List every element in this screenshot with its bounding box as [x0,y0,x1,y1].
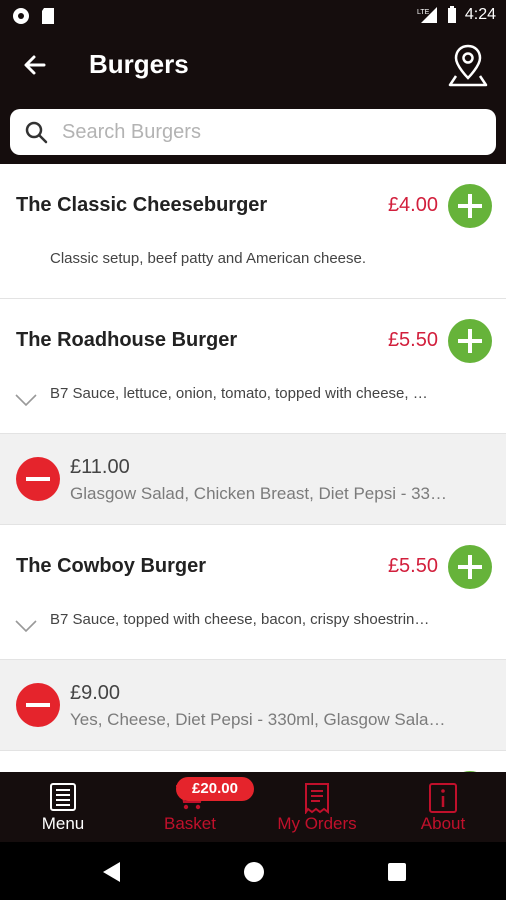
system-recents-icon[interactable] [386,861,408,883]
basket-total-badge: £20.00 [176,777,254,801]
menu-item[interactable]: The Roadhouse Burger £5.50 B7 Sauce, let… [0,299,506,434]
sd-card-icon [42,8,54,24]
system-back-icon[interactable] [100,860,122,884]
menu-item[interactable]: The Classic Cheeseburger £4.00 Classic s… [0,164,506,299]
menu-item[interactable]: The Cowboy Burger £5.50 B7 Sauce, topped… [0,525,506,660]
item-description: B7 Sauce, topped with cheese, bacon, cri… [50,611,430,628]
search-icon [25,121,48,144]
nav-about-label: About [420,814,466,833]
item-price: £5.50 [387,555,438,577]
item-name: The Classic Cheeseburger [16,194,268,216]
item-price: £5.50 [387,329,438,351]
item-price: £4.00 [387,194,438,216]
system-navigation-bar [0,842,506,900]
item-description: Classic setup, beef patty and American c… [50,250,367,267]
add-icon[interactable] [448,184,492,228]
item-name: The Roadhouse Burger [16,329,238,351]
item-description: B7 Sauce, lettuce, onion, tomato, topped… [50,385,428,402]
add-icon[interactable] [448,319,492,363]
nav-menu-label: Menu [41,814,85,833]
search-input[interactable] [60,119,484,145]
status-left-icons [12,7,56,25]
page-title: Burgers [89,49,189,79]
remove-icon[interactable] [16,457,60,501]
basket-entry-details: Glasgow Salad, Chicken Breast, Diet Peps… [70,484,448,503]
signal-icon: LTE [417,7,437,23]
location-pin-icon [448,44,488,87]
receipt-icon [305,783,329,814]
nav-menu[interactable]: Menu [23,772,103,842]
chevron-down-icon[interactable] [14,619,38,633]
nav-about[interactable]: About [406,772,480,842]
menu-book-icon [50,783,76,811]
network-type: LTE [417,9,430,16]
info-icon [429,783,457,813]
nav-my-orders[interactable]: My Orders [268,772,366,842]
bottom-navigation: Menu Basket £20.00 My Orders About [0,772,506,842]
system-home-icon[interactable] [242,860,266,884]
next-menu-item-partial [0,751,506,772]
nav-my-orders-label: My Orders [277,814,357,833]
basket-entry-price: £11.00 [70,456,130,478]
add-icon[interactable] [448,545,492,589]
remove-icon[interactable] [16,683,60,727]
basket-entry[interactable]: £11.00 Glasgow Salad, Chicken Breast, Di… [0,434,506,525]
status-right: LTE 4:24 [417,6,496,24]
location-button[interactable] [446,42,490,88]
basket-entry-details: Yes, Cheese, Diet Pepsi - 330ml, Glasgow… [70,710,446,729]
notification-circle-icon [13,8,29,24]
basket-entry-price: £9.00 [70,682,121,704]
battery-icon [447,6,456,23]
menu-list[interactable]: The Classic Cheeseburger £4.00 Classic s… [0,164,506,772]
item-name: The Cowboy Burger [16,555,207,577]
search-bar[interactable] [10,109,496,155]
basket-entry[interactable]: £9.00 Yes, Cheese, Diet Pepsi - 330ml, G… [0,660,506,751]
nav-basket-label: Basket [164,814,216,833]
app-bar: Burgers [0,32,506,164]
back-button[interactable] [18,48,52,82]
back-arrow-icon [24,55,46,75]
chevron-down-icon[interactable] [14,393,38,407]
status-time: 4:24 [464,6,496,23]
status-bar: LTE 4:24 [0,0,506,32]
